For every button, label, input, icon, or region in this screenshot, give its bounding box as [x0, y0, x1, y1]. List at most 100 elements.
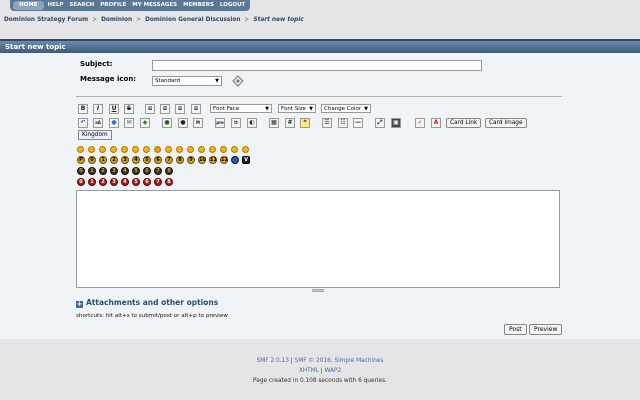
breadcrumb-general-discussion[interactable]: Dominion General Discussion	[145, 17, 240, 23]
coin-icon[interactable]: 4	[132, 156, 140, 164]
victory-shield-icon[interactable]: V	[242, 156, 250, 164]
menu-profile[interactable]: PROFILE	[97, 0, 129, 11]
font-color-icon[interactable]: A	[431, 118, 441, 128]
spell-check-icon[interactable]: ✓	[415, 118, 425, 128]
font-tag-icon[interactable]: aA	[93, 118, 103, 128]
roll-eyes-icon[interactable]	[176, 146, 183, 153]
coin-icon[interactable]: 1	[99, 156, 107, 164]
italic-button[interactable]: I	[93, 104, 103, 114]
angry-icon[interactable]	[121, 146, 128, 153]
numbered-list-icon[interactable]: ☷	[338, 118, 348, 128]
card-link-button[interactable]: Card Link	[446, 118, 482, 128]
debt-coin-icon[interactable]: 7	[154, 167, 162, 175]
menu-home[interactable]: HOME	[13, 1, 44, 10]
debt-coin-icon[interactable]: 5	[132, 167, 140, 175]
cool-icon[interactable]	[154, 146, 161, 153]
debt-coin-icon[interactable]: 3	[110, 167, 118, 175]
coin-icon[interactable]: 6	[154, 156, 162, 164]
red-coin-icon[interactable]: 3	[110, 178, 118, 186]
superscript-icon[interactable]: ●	[178, 118, 188, 128]
debt-coin-icon[interactable]: 2	[99, 167, 107, 175]
code-icon[interactable]: #	[285, 118, 295, 128]
grin-icon[interactable]	[110, 146, 117, 153]
coin-icon[interactable]: 10	[198, 156, 206, 164]
resize-handle[interactable]	[312, 289, 324, 292]
message-textarea[interactable]	[76, 190, 560, 288]
change-color-select[interactable]: Change Color ▼	[321, 104, 371, 113]
align-right-icon[interactable]: ≡	[175, 104, 185, 114]
menu-search[interactable]: SEARCH	[66, 0, 97, 11]
breadcrumb-dominion[interactable]: Dominion	[101, 17, 132, 23]
tt-icon[interactable]: tt	[231, 118, 241, 128]
underline-button[interactable]: U	[109, 104, 119, 114]
menu-my-messages[interactable]: MY MESSAGES	[129, 0, 180, 11]
bullet-list-icon[interactable]: ☰	[322, 118, 332, 128]
coin-icon[interactable]: 11	[209, 156, 217, 164]
shocked-icon[interactable]	[143, 146, 150, 153]
undo-icon[interactable]: ↶	[78, 118, 88, 128]
menu-members[interactable]: MEMBERS	[180, 0, 217, 11]
coin-icon[interactable]: 9	[187, 156, 195, 164]
globe-icon[interactable]: ●	[109, 118, 119, 128]
align-justify-icon[interactable]: ≡	[191, 104, 201, 114]
potion-bottle-icon[interactable]	[231, 156, 239, 164]
potion-icon[interactable]: P	[77, 156, 85, 164]
red-coin-icon[interactable]: 7	[154, 178, 162, 186]
quote-icon[interactable]: ❝	[300, 118, 310, 128]
sad-icon[interactable]	[132, 146, 139, 153]
marquee-icon[interactable]: M	[193, 118, 203, 128]
bold-button[interactable]: B	[78, 104, 88, 114]
kiss-icon[interactable]	[231, 146, 238, 153]
coin-icon[interactable]: 8	[176, 156, 184, 164]
ftp-icon[interactable]: ●	[162, 118, 172, 128]
xhtml-link[interactable]: XHTML	[299, 368, 319, 374]
remove-format-icon[interactable]: ⤢	[375, 118, 385, 128]
embarrassed-icon[interactable]	[198, 146, 205, 153]
huh-icon[interactable]	[165, 146, 172, 153]
red-coin-icon[interactable]: 4	[121, 178, 129, 186]
debt-coin-icon[interactable]: 6	[143, 167, 151, 175]
menu-logout[interactable]: LOGOUT	[217, 0, 248, 11]
red-coin-icon[interactable]: 2	[99, 178, 107, 186]
debt-coin-icon[interactable]: 8	[165, 167, 173, 175]
font-face-select[interactable]: Font Face ▼	[210, 104, 272, 113]
smf-copyright-link[interactable]: SMF © 2016, Simple Machines	[295, 358, 384, 364]
view-source-icon[interactable]: ▣	[391, 118, 401, 128]
message-icon-select[interactable]: Standard ▼	[152, 76, 222, 86]
wap2-link[interactable]: WAP2	[325, 368, 342, 374]
wink-icon[interactable]	[88, 146, 95, 153]
debt-coin-icon[interactable]: 0	[77, 167, 85, 175]
horizontal-rule-icon[interactable]: —	[353, 118, 363, 128]
red-coin-icon[interactable]: 8	[165, 178, 173, 186]
cheesy-icon[interactable]	[99, 146, 106, 153]
tongue-icon[interactable]	[187, 146, 194, 153]
subject-input[interactable]	[152, 60, 482, 71]
red-coin-icon[interactable]: 5	[132, 178, 140, 186]
align-left-icon[interactable]: ≡	[145, 104, 155, 114]
cry-icon[interactable]	[242, 146, 249, 153]
smiley-icon[interactable]	[77, 146, 84, 153]
red-coin-icon[interactable]: 0	[77, 178, 85, 186]
preformatted-icon[interactable]: pre	[215, 118, 225, 128]
coin-icon[interactable]: 5	[143, 156, 151, 164]
card-image-button[interactable]: Card Image	[485, 118, 527, 128]
coin-icon[interactable]: 3	[121, 156, 129, 164]
coin-icon[interactable]: 7	[165, 156, 173, 164]
red-coin-icon[interactable]: 1	[88, 178, 96, 186]
debt-coin-icon[interactable]: 1	[88, 167, 96, 175]
strikethrough-button[interactable]: S	[124, 104, 134, 114]
debt-coin-icon[interactable]: 4	[121, 167, 129, 175]
menu-help[interactable]: HELP	[45, 0, 67, 11]
coin-icon[interactable]: 12	[220, 156, 228, 164]
lips-sealed-icon[interactable]	[209, 146, 216, 153]
red-coin-icon[interactable]: 6	[143, 178, 151, 186]
attachments-toggle[interactable]: + Attachments and other options	[76, 298, 218, 308]
preview-button[interactable]: Preview	[529, 324, 563, 335]
image-icon[interactable]: ◆	[140, 118, 150, 128]
smf-version-link[interactable]: SMF 2.0.13	[257, 358, 289, 364]
align-center-icon[interactable]: ≡	[160, 104, 170, 114]
undecided-icon[interactable]	[220, 146, 227, 153]
table-icon[interactable]: ▦	[269, 118, 279, 128]
coin-icon[interactable]: 0	[88, 156, 96, 164]
flash-icon[interactable]: ◐	[247, 118, 257, 128]
